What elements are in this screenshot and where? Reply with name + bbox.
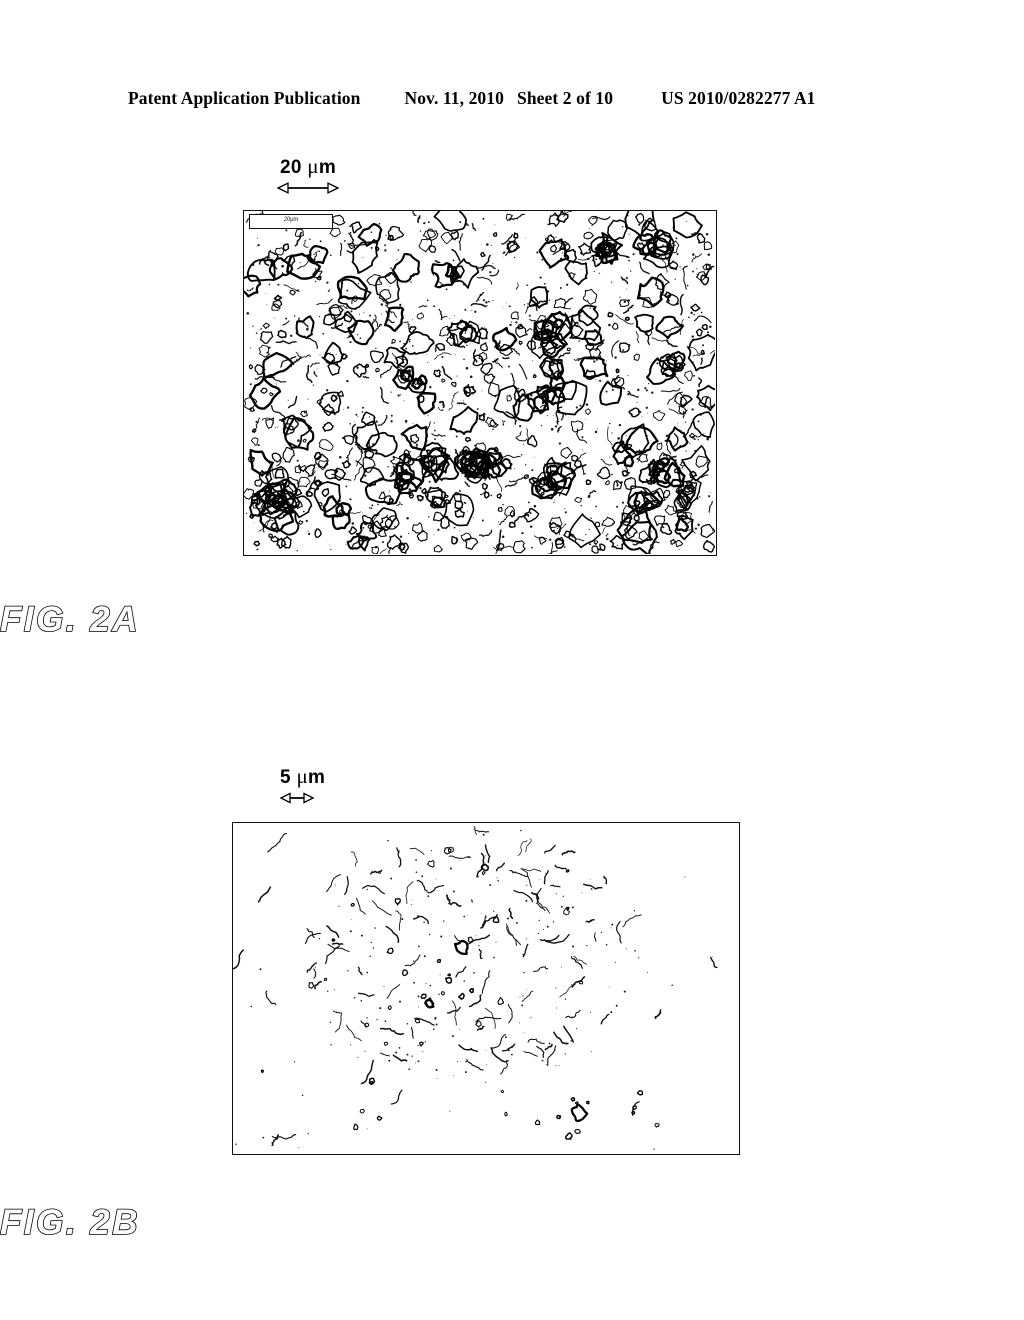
micro-symbol-fig-2b: μ: [296, 764, 309, 788]
scale-bar-label-fig-2a: 20 μm: [277, 156, 339, 178]
scale-bar-unit-fig-2a: m: [318, 157, 337, 178]
header-sheet-label: Sheet 2 of 10: [516, 88, 614, 108]
micro-symbol-fig-2a: μ: [307, 154, 319, 178]
header-publication-label: Patent Application Publication: [128, 88, 361, 108]
scale-bar-value-fig-2b: 5: [280, 767, 291, 788]
scale-bar-unit-fig-2b: m: [308, 767, 326, 788]
scale-bar-label-fig-2b: 5 μm: [280, 766, 325, 788]
double-arrow-icon-fig-2a: [277, 182, 339, 194]
micrograph-fig-2a: 20μm: [243, 210, 717, 556]
micrograph-texture-fig-2b: [233, 825, 718, 1150]
sem-scale-legend-fig-2a: 20μm: [249, 214, 333, 229]
header-date-label: Nov. 11, 2010: [404, 88, 504, 108]
header-document-number: US 2010/0282277 A1: [661, 88, 816, 108]
page-header: Patent Application Publication Nov. 11, …: [128, 88, 896, 114]
scale-bar-fig-2b: 5 μm: [280, 766, 325, 805]
scale-bar-value-fig-2a: 20: [279, 157, 302, 178]
micrograph-fig-2b: [232, 822, 740, 1155]
micrograph-texture-fig-2a: [244, 211, 715, 554]
double-arrow-icon-fig-2b: [280, 792, 314, 804]
scale-bar-fig-2a: 20 μm: [277, 156, 339, 195]
sem-scale-legend-text-fig-2a: 20μm: [283, 217, 299, 223]
